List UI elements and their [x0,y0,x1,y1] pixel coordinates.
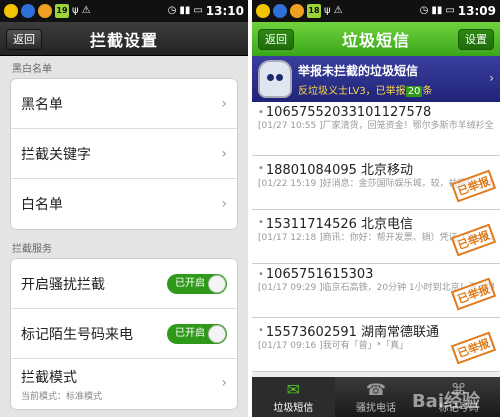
keyword-label: 拦截关键字 [21,146,91,163]
blacklist-label: 黑名单 [21,96,63,113]
back-button[interactable]: 返回 [258,29,294,50]
chevron-right-icon: › [221,375,227,391]
stranger-mark-toggle[interactable]: 已开启 [167,323,227,344]
block-mode-label: 拦截模式 [21,369,77,386]
block-mode-current: 当前模式：标准模式 [21,391,103,402]
dot-icon: • [258,163,264,174]
notification-count-badge: 18 [307,4,321,18]
message-sender: 1065755203310112757​8 [265,105,432,120]
blacklist-item[interactable]: 黑名单 › [11,79,237,129]
battery-icon: ▭ [445,5,455,16]
robot-mascot-icon [258,60,292,98]
status-bar: 19 ψ ⚠ ◷ ▮▮ ▭ 13:10 [0,0,248,22]
message-item[interactable]: • 15573602591 湖南常德联通 [01/17 09:16 ]我可有「曾」… [252,318,500,372]
report-banner[interactable]: 举报未拦截的垃圾短信 反垃圾义士LV3，已举报 20 条 › [252,56,500,102]
services-group: 开启骚扰拦截 已开启 标记陌生号码来电 已开启 拦截模式 当前模式：标准模式 › [10,258,238,410]
section-header-services: 拦截服务 [12,244,52,255]
phone-icon: ☎ [366,380,386,399]
stranger-mark-label: 标记陌生号码来电 [21,326,133,343]
chevron-right-icon: › [221,145,227,162]
dot-icon: • [258,217,264,228]
keyword-item[interactable]: 拦截关键字 › [11,129,237,179]
tab-harass-calls[interactable]: ☎ 骚扰电话 [335,377,418,417]
status-bar: 18 ψ ⚠ ◷ ▮▮ ▭ 13:09 [252,0,500,22]
title-bar: 返回 拦截设置 [0,22,248,56]
dot-icon: • [258,107,264,118]
alarm-icon: ◷ [167,5,177,16]
signal-icon: ▮▮ [431,5,443,16]
battery-icon: ▭ [193,5,203,16]
clock: 13:09 [457,4,496,18]
browser-icon [273,4,287,18]
message-item[interactable]: • 18801084095 北京移动 [01/22 15:19 ]好消息：金莎国际… [252,156,500,210]
tab-spam-sms[interactable]: ✉ 垃圾短信 [252,377,335,417]
notification-count-badge: 19 [55,4,69,18]
whitelist-item[interactable]: 白名单 › [11,179,237,229]
message-sender: 1065751615303 [265,267,374,282]
title-bar: 返回 垃圾短信 设置 [252,22,500,56]
page-title: 拦截设置 [89,30,158,50]
right-screen: 18 ψ ⚠ ◷ ▮▮ ▭ 13:09 返回 垃圾短信 设置 举报未拦截的垃圾短… [252,0,500,417]
message-item[interactable]: • 15311714526 北京电信 [01/17 12:18 ]商讯：你好：帮开… [252,210,500,264]
message-item[interactable]: • 1065755203310112757​8 [01/27 10:55 ]厂家清… [252,102,500,156]
banner-title: 举报未拦截的垃圾短信 [298,63,419,78]
message-item[interactable]: • 1065751615303 [01/17 09:29 ]临京石高铁，20分钟 … [252,264,500,318]
harass-block-toggle[interactable]: 已开启 [167,273,227,294]
browser-icon [21,4,35,18]
usb-icon: ψ [324,5,331,16]
harass-block-item: 开启骚扰拦截 已开启 [11,259,237,309]
settings-button[interactable]: 设置 [458,29,494,50]
chevron-right-icon: › [221,196,227,212]
blackwhite-list-group: 黑名单 › 拦截关键字 › 白名单 › [10,78,238,230]
bottom-tab-bar: ✉ 垃圾短信 ☎ 骚扰电话 ⌘ 标记号码 Bai经验 [252,377,500,417]
stranger-mark-item: 标记陌生号码来电 已开启 [11,309,237,359]
watermark: Bai经验 [411,391,480,412]
banner-subtitle: 反垃圾义士LV3，已举报 20 条 [298,85,433,97]
warning-icon: ⚠ [333,5,343,16]
block-mode-item[interactable]: 拦截模式 当前模式：标准模式 › [11,359,237,409]
clock: 13:10 [205,4,244,18]
warning-icon: ⚠ [81,5,91,16]
dot-icon: • [258,269,264,280]
app-icon [38,4,52,18]
dot-icon: • [258,325,264,336]
whitelist-label: 白名单 [21,197,63,213]
app-icon [290,4,304,18]
section-header-blackwhite: 黑白名单 [12,64,52,75]
alarm-icon: ◷ [419,5,429,16]
left-screen: 19 ψ ⚠ ◷ ▮▮ ▭ 13:10 返回 拦截设置 黑白名单 黑名单 › 拦… [0,0,248,417]
envelope-icon: ✉ [286,380,301,399]
message-sender: 15311714526 北京电信 [265,217,414,232]
app-icon [256,4,270,18]
back-button[interactable]: 返回 [6,29,42,50]
report-count: 20 [405,85,423,97]
signal-icon: ▮▮ [179,5,191,16]
message-sender: 18801084095 北京移动 [265,163,414,178]
usb-icon: ψ [72,5,79,16]
message-sender: 15573602591 湖南常德联通 [265,325,440,340]
message-preview: [01/27 10:55 ]厂家清货，回笼资金！鄂尔多斯市羊绒衫全场一律368元… [258,121,494,131]
page-title: 垃圾短信 [341,31,410,50]
harass-block-label: 开启骚扰拦截 [21,276,105,293]
chevron-right-icon: › [489,71,494,85]
app-icon [4,4,18,18]
chevron-right-icon: › [221,95,227,112]
